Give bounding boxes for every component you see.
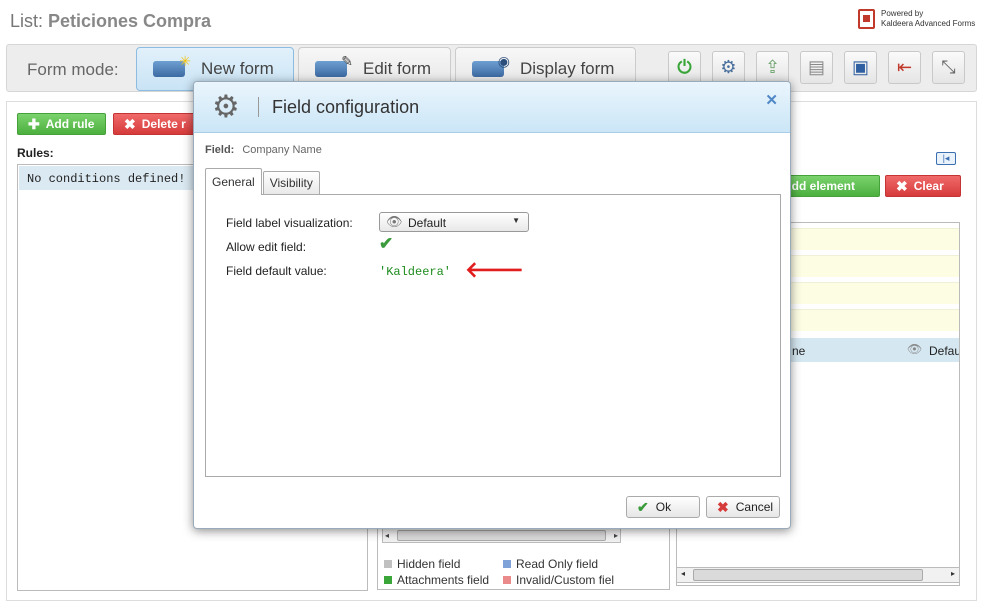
powered-line-1: Powered by	[881, 9, 924, 18]
legend-attachments: Attachments field	[384, 573, 489, 587]
import-icon[interactable]: ▤	[800, 51, 833, 84]
cross-icon: ✖	[896, 177, 908, 194]
exit-icon[interactable]: ⇤	[888, 51, 921, 84]
label-visualization-value: Default	[408, 216, 447, 230]
fields-panel: ◂ ▸ Hidden field Read Only field Attachm…	[377, 523, 670, 590]
ok-label: Ok	[655, 500, 672, 514]
eye-icon: 👁	[907, 342, 923, 356]
scroll-thumb[interactable]	[397, 530, 606, 541]
ok-button[interactable]: ✔ Ok	[626, 496, 700, 518]
clear-button[interactable]: ✖ Clear	[885, 175, 961, 197]
legend-readonly: Read Only field	[503, 557, 598, 571]
tab-general[interactable]: General	[205, 168, 262, 195]
check-icon: ✔	[637, 498, 649, 515]
display-form-icon: ◉	[472, 53, 510, 77]
powered-line-2: Kaldeera Advanced Forms	[881, 19, 976, 28]
legend-attachments-label: Attachments field	[397, 573, 490, 587]
page-title: List: Peticiones Compra	[10, 11, 211, 32]
dialog-header: ⚙ Field configuration ✕	[194, 82, 790, 133]
save-icon[interactable]: ▣	[844, 51, 877, 84]
kaldeera-logo-icon	[858, 9, 875, 29]
new-form-label: New form	[201, 59, 274, 78]
gear-icon: ⚙	[212, 89, 240, 124]
power-icon[interactable]: ⏻	[668, 51, 701, 84]
dialog-title: Field configuration	[272, 97, 420, 117]
add-element-label: Add element	[783, 179, 856, 193]
field-configuration-dialog: ⚙ Field configuration ✕ Field: Company Na…	[193, 81, 791, 529]
export-icon[interactable]: ⇪	[756, 51, 789, 84]
list-prefix: List:	[10, 11, 49, 31]
legend-swatch	[384, 560, 392, 568]
collapse-icon[interactable]: ⤡	[932, 51, 965, 84]
list-name: Peticiones Compra	[48, 11, 212, 31]
field-info: Field: Company Name	[205, 144, 322, 156]
form-mode-label: Form mode:	[27, 60, 119, 79]
general-tab-panel: Field label visualization: 👁 Default ▼ A…	[205, 194, 781, 477]
close-icon[interactable]: ✕	[765, 91, 778, 109]
elements-hscrollbar[interactable]: ◂ ▸	[676, 567, 960, 583]
cross-icon: ✖	[124, 115, 136, 132]
legend-hidden-label: Hidden field	[397, 557, 461, 571]
selected-item-mode: Defau	[929, 344, 960, 358]
add-rule-button[interactable]: ✚ Add rule	[17, 113, 106, 135]
delete-rule-label: Delete r	[141, 117, 186, 131]
edit-form-icon: ✎	[315, 53, 353, 77]
scroll-thumb[interactable]	[693, 569, 923, 581]
label-visualization-select[interactable]: 👁 Default ▼	[379, 212, 529, 232]
label-visualization-label: Field label visualization:	[226, 216, 353, 230]
clear-label: Clear	[913, 179, 944, 193]
close-icon: ✖	[717, 498, 729, 515]
legend-swatch	[503, 576, 511, 584]
legend-invalid: Invalid/Custom fiel	[503, 573, 614, 587]
tab-visibility[interactable]: Visibility	[262, 171, 320, 194]
scroll-right-icon[interactable]: ▸	[614, 529, 618, 542]
field-name: Company Name	[242, 144, 322, 156]
eye-icon: 👁	[386, 214, 403, 229]
legend-swatch	[503, 560, 511, 568]
scroll-left-icon[interactable]: ◂	[385, 529, 389, 542]
collapse-panel-icon[interactable]: |◂	[936, 152, 956, 165]
dialog-tabs: General Visibility	[205, 168, 320, 195]
legend-hidden: Hidden field	[384, 557, 460, 571]
cancel-button[interactable]: ✖ Cancel	[706, 496, 780, 518]
allow-edit-label: Allow edit field:	[226, 240, 307, 254]
legend-readonly-label: Read Only field	[516, 557, 599, 571]
powered-by[interactable]: Powered by Kaldeera Advanced Forms	[858, 9, 975, 29]
default-value-field[interactable]: 'Kaldeera'	[379, 265, 451, 279]
display-form-label: Display form	[520, 59, 615, 78]
cancel-label: Cancel	[735, 500, 774, 514]
legend-swatch	[384, 576, 392, 584]
scroll-right-icon[interactable]: ▸	[951, 569, 955, 578]
chevron-down-icon: ▼	[512, 216, 520, 225]
new-form-icon: ✳	[153, 53, 191, 77]
header-divider	[258, 97, 259, 117]
scroll-left-icon[interactable]: ◂	[681, 569, 685, 578]
arrow-left-icon: 🡐	[465, 257, 524, 282]
legend-invalid-label: Invalid/Custom fiel	[516, 573, 615, 587]
add-rule-label: Add rule	[45, 117, 95, 131]
selected-item-name: ne	[792, 344, 806, 358]
allow-edit-checkbox[interactable]: ✔	[379, 235, 393, 253]
delete-rule-button[interactable]: ✖ Delete r	[113, 113, 195, 135]
settings-icon[interactable]: ⚙	[712, 51, 745, 84]
default-value-label: Field default value:	[226, 264, 327, 278]
plus-icon: ✚	[28, 115, 40, 132]
fields-hscrollbar[interactable]: ◂ ▸	[382, 528, 621, 543]
edit-form-label: Edit form	[363, 59, 432, 78]
field-caption: Field:	[205, 144, 235, 156]
rules-label: Rules:	[17, 146, 54, 160]
